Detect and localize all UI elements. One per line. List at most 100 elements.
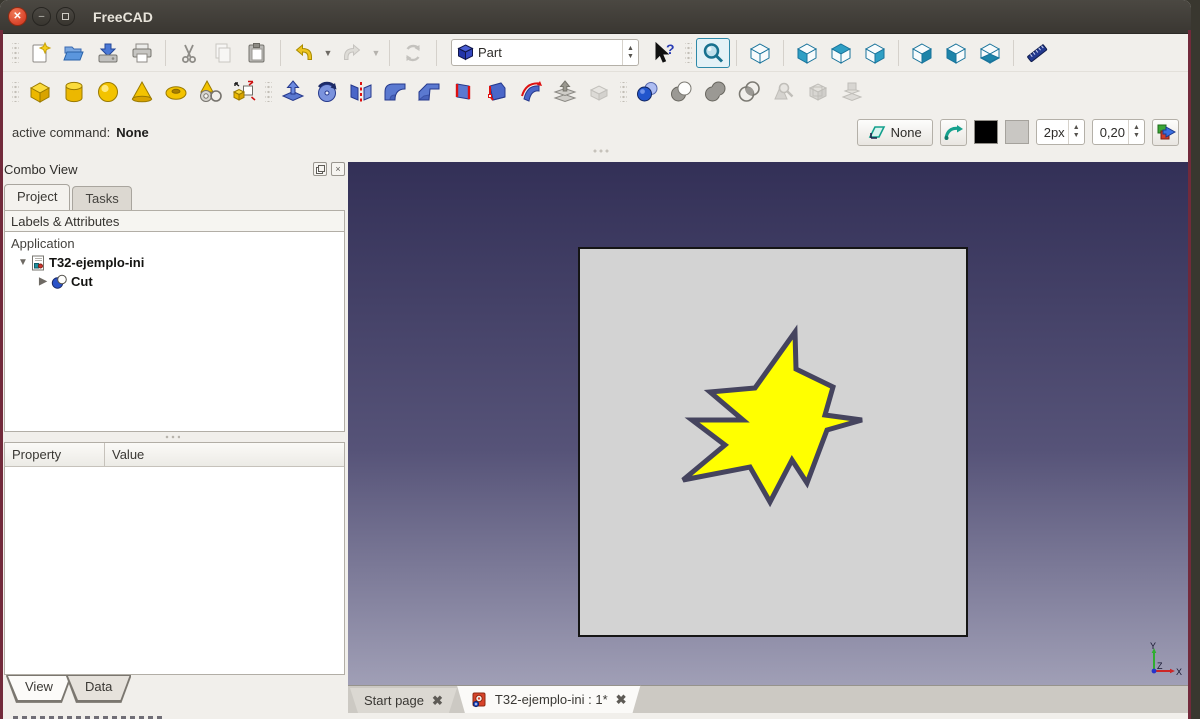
- copy-button[interactable]: [206, 38, 240, 68]
- left-view-button[interactable]: [939, 38, 973, 68]
- toolbar-grip[interactable]: [12, 43, 19, 63]
- part-fillet-button[interactable]: [378, 77, 412, 107]
- tab-view[interactable]: View: [6, 675, 72, 702]
- print-button[interactable]: [125, 38, 159, 68]
- undo-history-dropdown[interactable]: ▼: [321, 38, 335, 68]
- toolbar-grip[interactable]: [620, 82, 627, 102]
- part-sweep-button[interactable]: [514, 77, 548, 107]
- document-icon: [31, 255, 45, 271]
- base-plane[interactable]: [578, 247, 968, 637]
- line-width-arrows[interactable]: ▲▼: [1068, 120, 1084, 144]
- part-union-button[interactable]: [699, 77, 733, 107]
- part-thickness-button[interactable]: [835, 77, 869, 107]
- 3d-viewport[interactable]: Y Z X: [348, 162, 1188, 685]
- apply-style-button[interactable]: [1152, 119, 1179, 146]
- close-window-button[interactable]: ✕: [8, 7, 27, 26]
- combo-view-panel: Combo View × Project Tasks Labels & Attr…: [4, 158, 345, 713]
- panel-splitter[interactable]: [4, 432, 345, 442]
- line-color-swatch[interactable]: [974, 120, 998, 144]
- part-loft-button[interactable]: [480, 77, 514, 107]
- part-defeaturing-button[interactable]: [801, 77, 835, 107]
- part-revolve-button[interactable]: [310, 77, 344, 107]
- line-width-spinbox[interactable]: 2px ▲▼: [1036, 119, 1085, 145]
- part-ruled-surface-button[interactable]: [446, 77, 480, 107]
- property-column-header[interactable]: Property: [5, 443, 105, 466]
- text-size-arrows[interactable]: ▲▼: [1128, 120, 1144, 144]
- bottom-view-button[interactable]: [973, 38, 1007, 68]
- refresh-button[interactable]: [396, 38, 430, 68]
- cross-sections-icon: [552, 79, 578, 105]
- save-document-button[interactable]: [91, 38, 125, 68]
- workbench-selector-arrows[interactable]: ▲▼: [622, 40, 638, 65]
- property-editor-body[interactable]: [5, 467, 344, 674]
- expander-open-icon[interactable]: ▼: [17, 257, 29, 268]
- whats-this-button[interactable]: ?: [647, 38, 681, 68]
- part-mirror-button[interactable]: [344, 77, 378, 107]
- tab-start-page[interactable]: Start page ✖: [350, 688, 457, 713]
- tree-item-application[interactable]: Application: [5, 234, 344, 253]
- redo-button[interactable]: [335, 38, 369, 68]
- property-editor: Property Value: [4, 442, 345, 675]
- defeaturing-icon: [805, 79, 831, 105]
- toolbar-grip[interactable]: [265, 82, 272, 102]
- minimize-window-button[interactable]: –: [32, 7, 51, 26]
- cut-button[interactable]: [172, 38, 206, 68]
- model-tree[interactable]: Application ▼ T32-ejemplo-ini ▶ Cut: [4, 232, 345, 432]
- part-sphere-button[interactable]: [91, 77, 125, 107]
- tab-project[interactable]: Project: [4, 184, 70, 210]
- axonometric-view-button[interactable]: [743, 38, 777, 68]
- part-check-geometry-button[interactable]: [767, 77, 801, 107]
- face-color-swatch[interactable]: [1005, 120, 1029, 144]
- part-offset-button[interactable]: [582, 77, 616, 107]
- close-tab-icon[interactable]: ✖: [616, 692, 627, 708]
- working-plane-button[interactable]: None: [857, 119, 933, 146]
- part-intersection-button[interactable]: [733, 77, 767, 107]
- part-torus-button[interactable]: [159, 77, 193, 107]
- part-box-button[interactable]: [23, 77, 57, 107]
- close-tab-icon[interactable]: ✖: [432, 693, 443, 709]
- fillet-icon: [382, 79, 408, 105]
- front-view-button[interactable]: [790, 38, 824, 68]
- measure-distance-button[interactable]: [1020, 38, 1054, 68]
- title-bar[interactable]: ✕ – FreeCAD: [0, 0, 1191, 34]
- part-cylinder-button[interactable]: [57, 77, 91, 107]
- tab-data[interactable]: Data: [66, 675, 131, 702]
- part-primitives-button[interactable]: [193, 77, 227, 107]
- toolbar-grip[interactable]: [685, 43, 692, 63]
- part-chamfer-button[interactable]: [412, 77, 446, 107]
- part-extrude-button[interactable]: [276, 77, 310, 107]
- toolbar-separator: [736, 40, 737, 66]
- part-cone-button[interactable]: [125, 77, 159, 107]
- rear-view-button[interactable]: [905, 38, 939, 68]
- expander-closed-icon[interactable]: ▶: [37, 276, 49, 287]
- workbench-selector[interactable]: Part ▲▼: [451, 39, 639, 66]
- undo-button[interactable]: [287, 38, 321, 68]
- tree-item-cut[interactable]: ▶ Cut: [5, 272, 344, 291]
- part-boolean-button[interactable]: [631, 77, 665, 107]
- maximize-window-button[interactable]: [56, 7, 75, 26]
- right-view-button[interactable]: [858, 38, 892, 68]
- paste-button[interactable]: [240, 38, 274, 68]
- top-view-button[interactable]: [824, 38, 858, 68]
- cut-shape[interactable]: [578, 247, 968, 637]
- close-panel-icon[interactable]: ×: [331, 162, 345, 176]
- value-column-header[interactable]: Value: [105, 443, 344, 466]
- new-document-button[interactable]: [23, 38, 57, 68]
- part-cut-button[interactable]: [665, 77, 699, 107]
- redo-history-dropdown[interactable]: ▼: [369, 38, 383, 68]
- open-document-button[interactable]: [57, 38, 91, 68]
- part-cross-sections-button[interactable]: [548, 77, 582, 107]
- text-size-spinbox[interactable]: 0,20 ▲▼: [1092, 119, 1145, 145]
- part-shape-builder-button[interactable]: [227, 77, 261, 107]
- splitter-handle[interactable]: [592, 147, 610, 155]
- toolbar-grip[interactable]: [12, 82, 19, 102]
- fit-all-button[interactable]: [696, 38, 730, 68]
- cylinder-icon: [61, 79, 87, 105]
- tab-document[interactable]: T32-ejemplo-ini : 1* ✖: [457, 685, 641, 713]
- redo-icon: [340, 41, 364, 65]
- torus-icon: [163, 79, 189, 105]
- float-panel-icon[interactable]: [313, 162, 327, 176]
- construction-mode-button[interactable]: [940, 119, 967, 146]
- tree-item-document[interactable]: ▼ T32-ejemplo-ini: [5, 253, 344, 272]
- tab-tasks[interactable]: Tasks: [72, 186, 131, 210]
